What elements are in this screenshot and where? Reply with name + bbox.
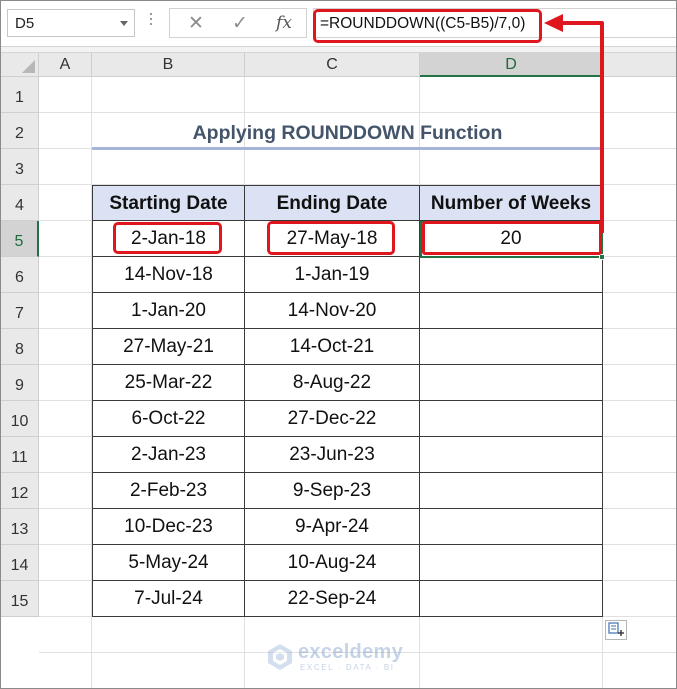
spreadsheet-window: D5 ✕ ✓ fx =ROUNDDOWN((C5-B5)/7,0) A B C …	[0, 0, 677, 689]
exceldemy-logo-icon	[268, 644, 292, 670]
row-header-9[interactable]: 9	[1, 365, 39, 401]
row-header-11[interactable]: 11	[1, 437, 39, 473]
row-header-6[interactable]: 6	[1, 257, 39, 293]
row-header-3[interactable]: 3	[1, 149, 39, 185]
row-header-2[interactable]: 2	[1, 113, 39, 149]
row-header-12[interactable]: 12	[1, 473, 39, 509]
row-header-4[interactable]: 4	[1, 185, 39, 221]
paste-options-icon	[608, 622, 624, 636]
row-header-14[interactable]: 14	[1, 545, 39, 581]
annotation-arrow	[544, 14, 604, 233]
watermark-name: exceldemy	[298, 641, 403, 663]
row-header-1[interactable]: 1	[1, 77, 39, 113]
row-header-5[interactable]: 5	[1, 221, 39, 257]
exceldemy-watermark: exceldemy EXCEL · DATA · BI	[266, 641, 416, 675]
row-header-7[interactable]: 7	[1, 293, 39, 329]
row-header-15[interactable]: 15	[1, 581, 39, 617]
watermark-tagline: EXCEL · DATA · BI	[300, 663, 395, 672]
row-header-10[interactable]: 10	[1, 401, 39, 437]
paste-options-button[interactable]	[605, 620, 627, 640]
row-header-13[interactable]: 13	[1, 509, 39, 545]
row-header-8[interactable]: 8	[1, 329, 39, 365]
